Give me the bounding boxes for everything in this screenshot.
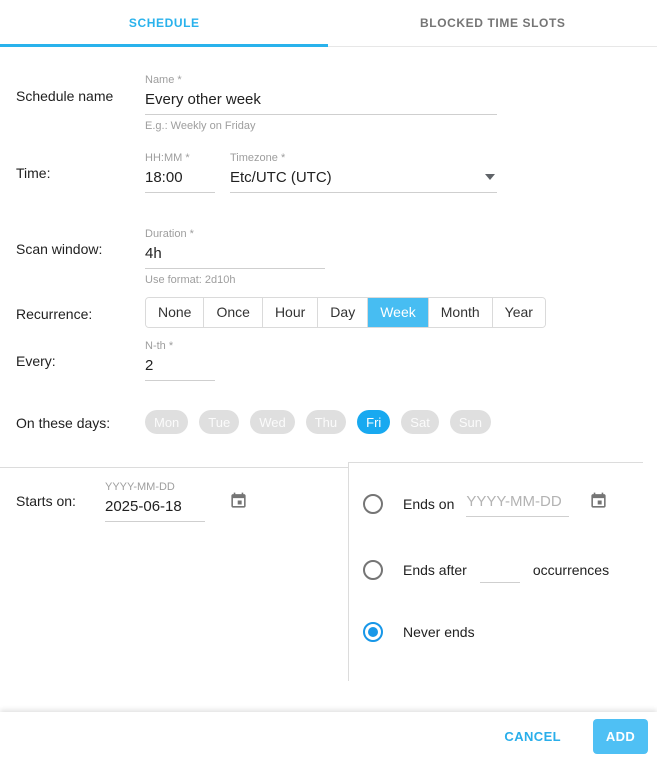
recurrence-button-group: None Once Hour Day Week Month Year bbox=[145, 297, 546, 328]
day-chip-sat[interactable]: Sat bbox=[401, 410, 439, 434]
recurrence-none-button[interactable]: None bbox=[146, 298, 203, 327]
recurrence-month-button[interactable]: Month bbox=[428, 298, 492, 327]
schedule-bounds-section: Starts on: YYYY-MM-DD Ends on Ends after bbox=[0, 467, 657, 686]
occurrences-suffix-label: occurrences bbox=[533, 562, 609, 578]
name-field-hint: E.g.: Weekly on Friday bbox=[145, 120, 497, 132]
starts-on-input[interactable] bbox=[105, 495, 205, 522]
recurrence-row-label: Recurrence: bbox=[16, 297, 145, 328]
recurrence-week-button[interactable]: Week bbox=[367, 298, 428, 327]
recurrence-year-button[interactable]: Year bbox=[492, 298, 545, 327]
ends-on-option-row: Ends on bbox=[363, 490, 643, 517]
dialog-footer: CANCEL ADD bbox=[0, 712, 657, 761]
timezone-field-label: Timezone * bbox=[230, 152, 497, 166]
day-chip-wed[interactable]: Wed bbox=[250, 410, 295, 434]
name-field-label: Name * bbox=[145, 74, 497, 88]
never-ends-label: Never ends bbox=[403, 624, 475, 640]
day-chip-fri[interactable]: Fri bbox=[357, 410, 390, 434]
starts-on-row-label: Starts on: bbox=[16, 481, 105, 522]
tab-bar: SCHEDULE BLOCKED TIME SLOTS bbox=[0, 0, 657, 47]
time-row-label: Time: bbox=[16, 152, 145, 193]
every-row: Every: N-th * bbox=[0, 340, 657, 381]
nth-input[interactable] bbox=[145, 354, 215, 381]
nth-field-label: N-th * bbox=[145, 340, 215, 354]
scan-window-row-label: Scan window: bbox=[16, 228, 145, 286]
calendar-icon bbox=[589, 498, 608, 513]
time-row: Time: HH:MM * Timezone * bbox=[0, 152, 657, 193]
active-tab-indicator bbox=[0, 44, 328, 47]
duration-field-hint: Use format: 2d10h bbox=[145, 274, 325, 286]
recurrence-hour-button[interactable]: Hour bbox=[262, 298, 317, 327]
recurrence-row: Recurrence: None Once Hour Day Week Mont… bbox=[0, 297, 657, 328]
hhmm-input[interactable] bbox=[145, 166, 215, 193]
schedule-name-row: Schedule name Name * E.g.: Weekly on Fri… bbox=[0, 74, 657, 132]
recurrence-day-button[interactable]: Day bbox=[317, 298, 367, 327]
ends-panel: Ends on Ends after occurrences Never end… bbox=[348, 462, 643, 681]
ends-on-label: Ends on bbox=[403, 496, 454, 512]
occurrences-input[interactable] bbox=[480, 556, 520, 583]
never-ends-radio[interactable] bbox=[363, 622, 383, 642]
duration-input[interactable] bbox=[145, 242, 325, 269]
timezone-select[interactable] bbox=[230, 166, 497, 193]
scan-window-row: Scan window: Duration * Use format: 2d10… bbox=[0, 228, 657, 286]
name-input[interactable] bbox=[145, 88, 497, 115]
calendar-icon bbox=[229, 498, 248, 513]
day-chip-mon[interactable]: Mon bbox=[145, 410, 188, 434]
schedule-name-row-label: Schedule name bbox=[16, 74, 145, 132]
add-button[interactable]: ADD bbox=[593, 719, 648, 754]
ends-after-option-row: Ends after occurrences bbox=[363, 556, 643, 583]
ends-on-datepicker-button[interactable] bbox=[589, 491, 608, 511]
cancel-button[interactable]: CANCEL bbox=[488, 719, 577, 754]
ends-on-date-input[interactable] bbox=[466, 490, 569, 517]
tab-blocked-time-slots[interactable]: BLOCKED TIME SLOTS bbox=[329, 0, 657, 46]
days-row-label: On these days: bbox=[16, 410, 145, 434]
ends-on-radio[interactable] bbox=[363, 494, 383, 514]
never-ends-option-row: Never ends bbox=[363, 622, 643, 642]
day-chip-tue[interactable]: Tue bbox=[199, 410, 239, 434]
starts-on-panel: Starts on: YYYY-MM-DD bbox=[0, 467, 348, 522]
recurrence-once-button[interactable]: Once bbox=[203, 298, 261, 327]
chevron-down-icon[interactable] bbox=[485, 174, 495, 180]
ends-after-radio[interactable] bbox=[363, 560, 383, 580]
tab-schedule[interactable]: SCHEDULE bbox=[0, 0, 329, 46]
ends-after-label: Ends after bbox=[403, 562, 467, 578]
every-row-label: Every: bbox=[16, 340, 145, 381]
day-chip-thu[interactable]: Thu bbox=[306, 410, 346, 434]
days-row: On these days: Mon Tue Wed Thu Fri Sat S… bbox=[0, 410, 657, 434]
duration-field-label: Duration * bbox=[145, 228, 325, 242]
day-chip-sun[interactable]: Sun bbox=[450, 410, 491, 434]
starts-on-datepicker-button[interactable] bbox=[229, 491, 248, 511]
hhmm-field-label: HH:MM * bbox=[145, 152, 215, 166]
starts-on-field-label: YYYY-MM-DD bbox=[105, 481, 205, 495]
day-chips: Mon Tue Wed Thu Fri Sat Sun bbox=[145, 410, 502, 434]
